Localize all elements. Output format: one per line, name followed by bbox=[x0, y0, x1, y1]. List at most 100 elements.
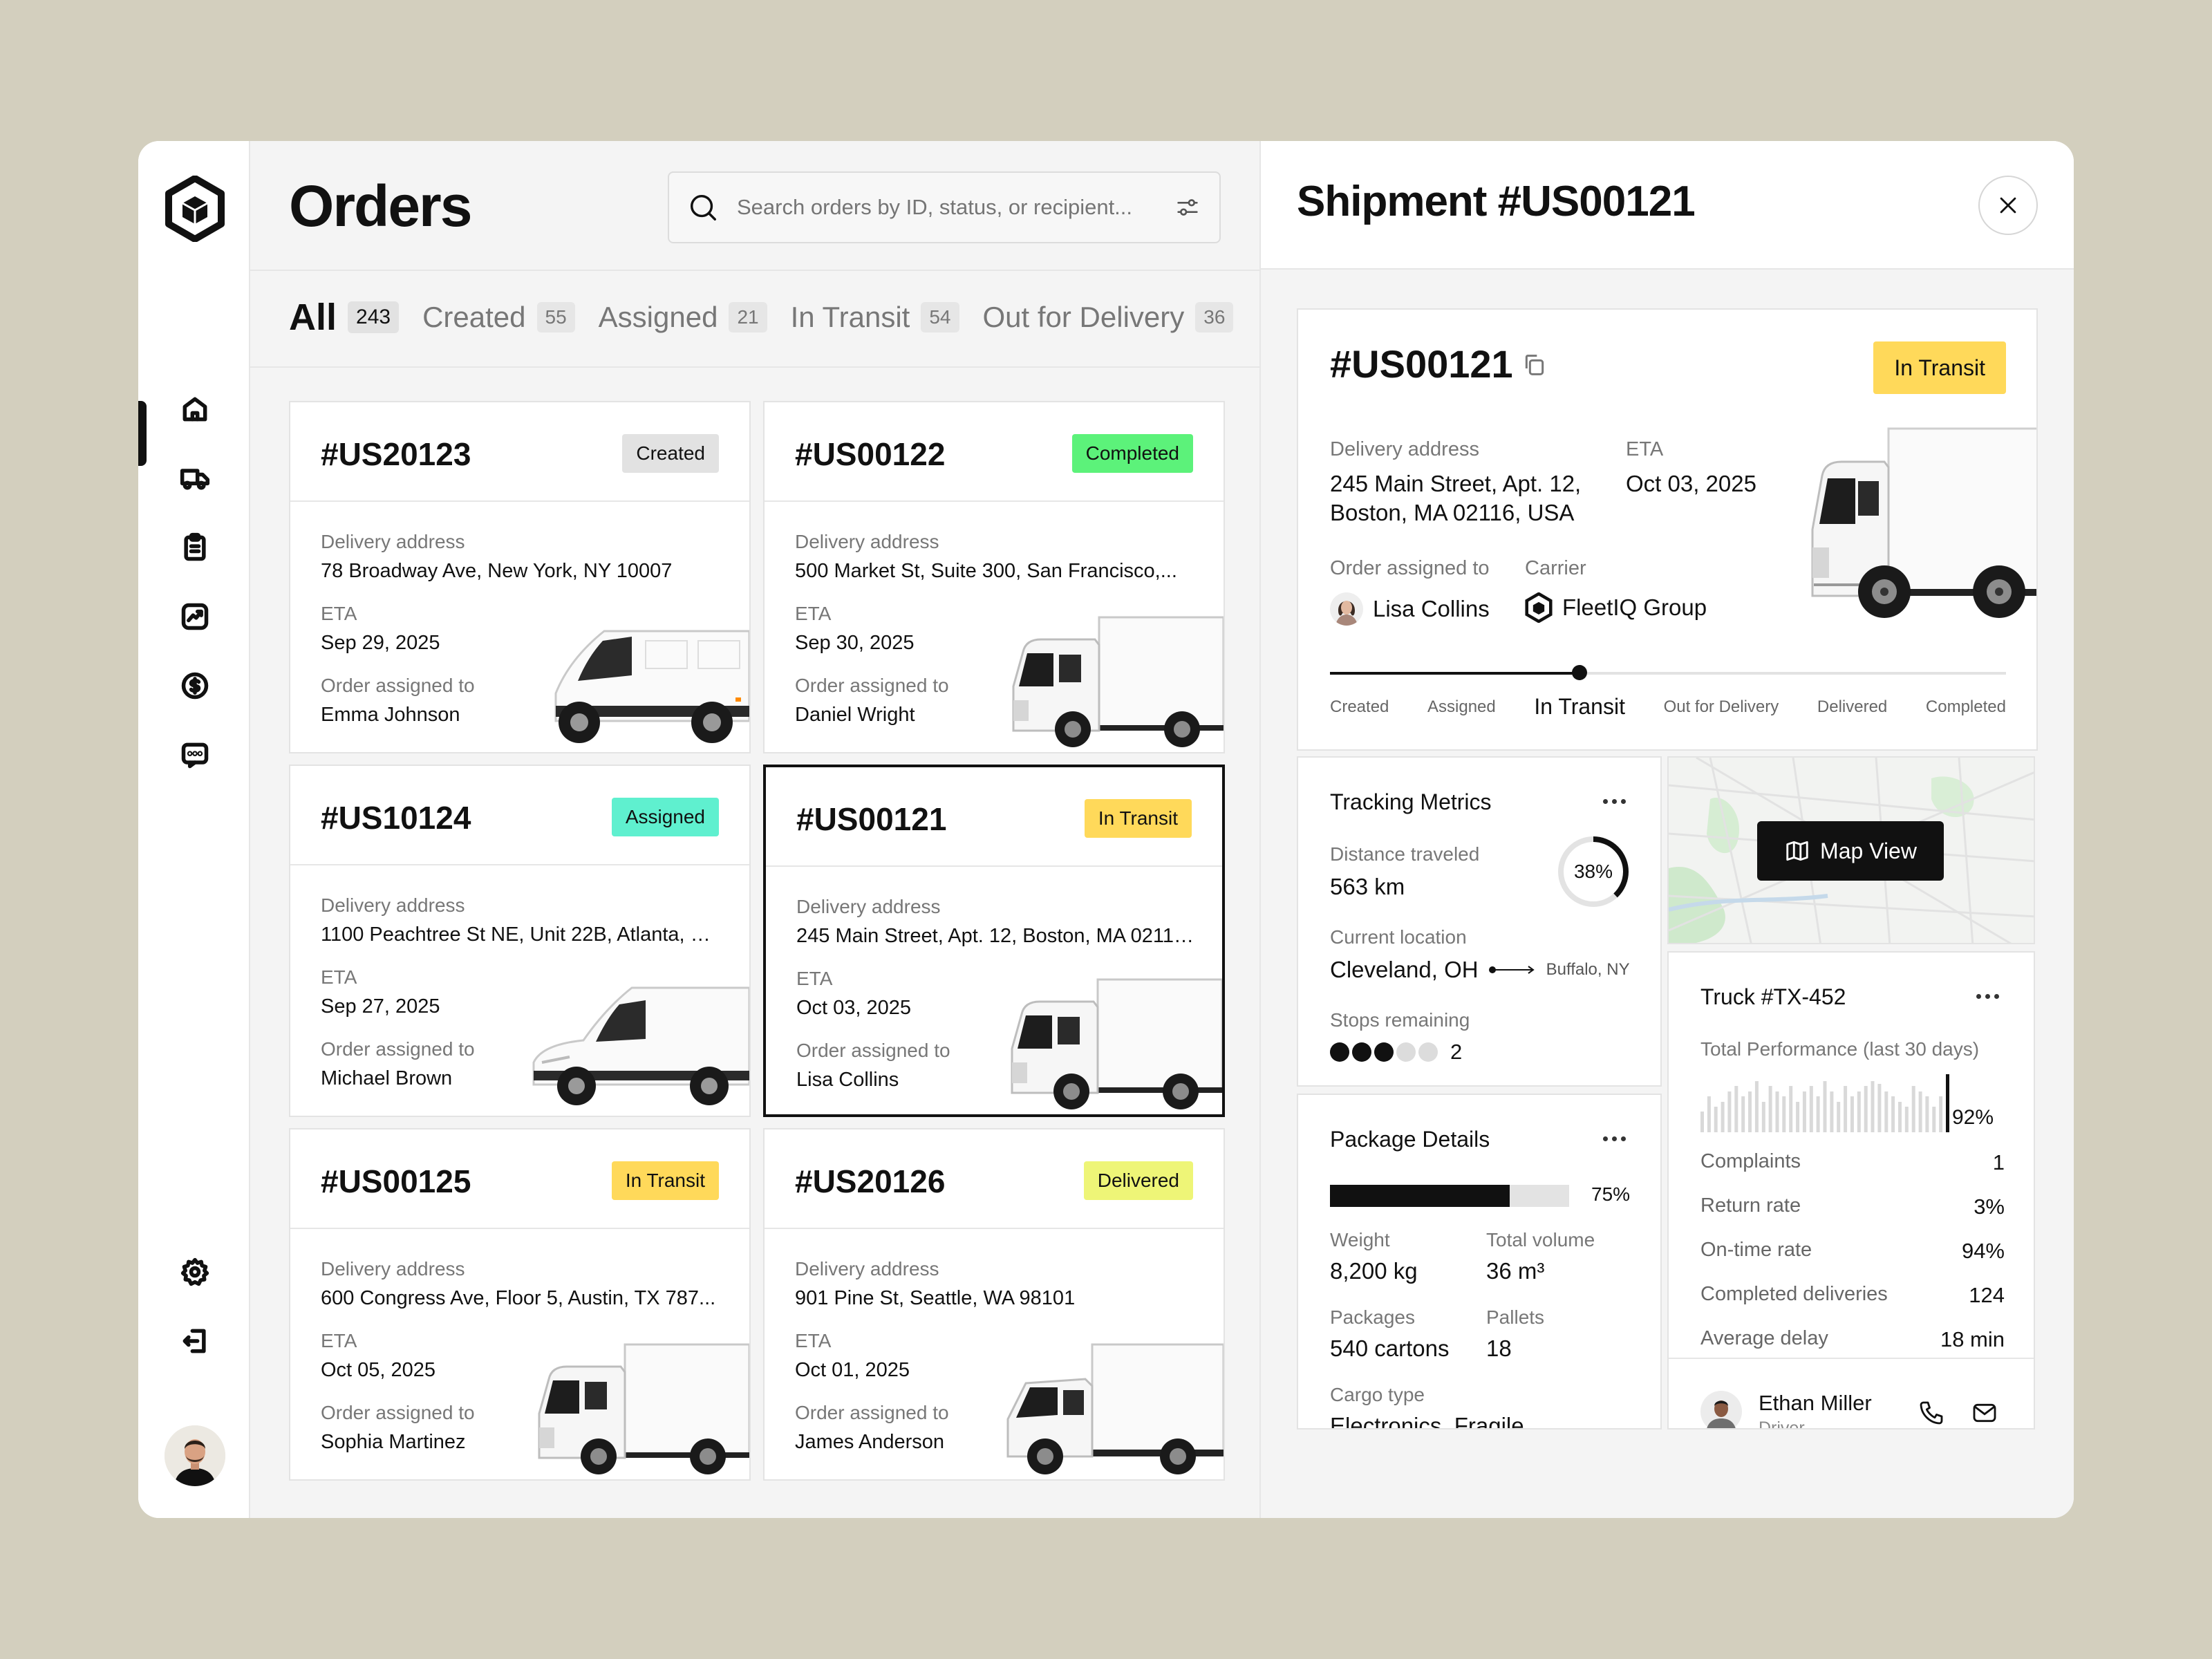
metric-row: Average delay 18 min bbox=[1700, 1327, 2005, 1352]
vehicle-image-small-van bbox=[528, 981, 749, 1116]
stops-indicator bbox=[1330, 1042, 1441, 1062]
status-tabs: All 243 Created 55 Assigned 21 In Transit 54 Out… bbox=[289, 296, 1257, 339]
tab-in-transit[interactable]: In Transit 54 bbox=[791, 301, 959, 334]
order-card-header: #US00122 Completed bbox=[765, 402, 1224, 502]
eta-label: ETA bbox=[1626, 438, 1664, 460]
metric-value: 124 bbox=[1969, 1283, 2005, 1307]
address-label: Delivery address bbox=[321, 1258, 465, 1280]
performance-bar bbox=[1734, 1086, 1738, 1132]
order-status-badge: Created bbox=[622, 434, 719, 473]
assignee-name: Lisa Collins bbox=[1373, 596, 1490, 621]
progress-steps: Created Assigned In Transit Out for Deliver… bbox=[1330, 694, 2006, 720]
tab-count-badge: 55 bbox=[536, 302, 575, 332]
nav-billing-icon[interactable] bbox=[177, 668, 213, 704]
map-view-button[interactable]: Map View bbox=[1757, 821, 1944, 881]
performance-bar bbox=[1754, 1081, 1759, 1132]
order-card[interactable]: #US00122 Completed Delivery address 500 Mar… bbox=[763, 401, 1225, 753]
address-value: 78 Broadway Ave, New York, NY 10007 bbox=[321, 560, 673, 582]
tracking-title: Tracking Metrics bbox=[1330, 789, 1492, 814]
performance-bar bbox=[1830, 1091, 1834, 1132]
progress-track bbox=[1330, 665, 2006, 680]
packages-label: Packages bbox=[1330, 1306, 1415, 1328]
search-input[interactable] bbox=[737, 195, 1174, 220]
performance-bar bbox=[1782, 1096, 1786, 1132]
address-label: Delivery address bbox=[321, 894, 465, 916]
driver-row: Ethan Miller Driver bbox=[1669, 1358, 2034, 1428]
tab-created[interactable]: Created 55 bbox=[422, 301, 575, 334]
brand-logo[interactable] bbox=[165, 176, 225, 242]
nav-messages-icon[interactable] bbox=[177, 737, 213, 773]
metric-row: Return rate 3% bbox=[1700, 1194, 2005, 1219]
user-avatar[interactable] bbox=[165, 1425, 225, 1486]
stops-label: Stops remaining bbox=[1330, 1009, 1470, 1031]
location-label: Current location bbox=[1330, 926, 1467, 948]
order-card[interactable]: #US00125 In Transit Delivery address 600 Co… bbox=[289, 1128, 751, 1481]
performance-bar bbox=[1700, 1112, 1704, 1132]
capacity-bar-fill bbox=[1330, 1185, 1510, 1207]
performance-bar bbox=[1939, 1096, 1943, 1132]
packages-value: 540 cartons bbox=[1330, 1335, 1450, 1361]
order-card-header: #US00125 In Transit bbox=[290, 1130, 749, 1229]
metric-value: 1 bbox=[1992, 1150, 2005, 1174]
filter-icon[interactable] bbox=[1174, 194, 1201, 221]
performance-bar bbox=[1891, 1096, 1895, 1132]
driver-name: Ethan Miller bbox=[1759, 1391, 1872, 1415]
route-arrow-icon bbox=[1488, 966, 1535, 974]
order-card[interactable]: #US00121 In Transit Delivery address 245 Ma… bbox=[763, 765, 1225, 1117]
tab-all[interactable]: All 243 bbox=[289, 296, 400, 339]
order-card-header: #US00121 In Transit bbox=[766, 767, 1222, 867]
tab-assigned[interactable]: Assigned 21 bbox=[599, 301, 767, 334]
address-value: 901 Pine St, Seattle, WA 98101 bbox=[795, 1287, 1076, 1309]
stops-remaining-value: 2 bbox=[1450, 1040, 1463, 1064]
performance-bar bbox=[1809, 1086, 1813, 1132]
volume-label: Total volume bbox=[1486, 1229, 1595, 1250]
status-badge: In Transit bbox=[1873, 341, 2006, 394]
carrier-logo-icon bbox=[1525, 592, 1553, 623]
address-label: Delivery address bbox=[321, 531, 465, 552]
performance-bar bbox=[1871, 1081, 1875, 1132]
order-card[interactable]: #US20126 Delivered Delivery address 901 Pin… bbox=[763, 1128, 1225, 1481]
performance-value: 92% bbox=[1952, 1106, 1994, 1129]
metric-row: On-time rate 94% bbox=[1700, 1239, 2005, 1264]
order-id: #US20123 bbox=[321, 436, 471, 472]
assigned-label: Order assigned to bbox=[1330, 557, 1490, 579]
performance-bar bbox=[1837, 1102, 1841, 1132]
capacity-percent: 75% bbox=[1591, 1183, 1631, 1205]
assignee-avatar bbox=[1330, 592, 1363, 626]
settings-gear-icon[interactable] bbox=[177, 1254, 213, 1290]
pallets-label: Pallets bbox=[1486, 1306, 1545, 1328]
tab-count-badge: 54 bbox=[921, 302, 959, 332]
tab-out-for-delivery[interactable]: Out for Delivery 36 bbox=[983, 301, 1234, 334]
metric-value: 3% bbox=[1974, 1194, 2005, 1219]
truck-performance-card: Truck #TX-452 Total Performance (last 30… bbox=[1667, 951, 2035, 1430]
orders-column: Orders All 243 Created 55 Assigned 21 In Trans… bbox=[250, 141, 1261, 1518]
performance-bar bbox=[1918, 1091, 1922, 1132]
performance-bar bbox=[1789, 1086, 1793, 1132]
performance-bar bbox=[1925, 1096, 1929, 1132]
performance-bar bbox=[1857, 1091, 1861, 1132]
package-more-icon[interactable] bbox=[1603, 1136, 1626, 1141]
nav-analytics-icon[interactable] bbox=[177, 599, 213, 635]
order-status-badge: In Transit bbox=[611, 1161, 719, 1200]
search-bar[interactable] bbox=[668, 171, 1221, 243]
order-card[interactable]: #US10124 Assigned Delivery address 1100 Pea… bbox=[289, 765, 751, 1117]
volume-value: 36 m³ bbox=[1486, 1258, 1545, 1284]
copy-icon[interactable] bbox=[1521, 351, 1548, 379]
nav-clipboard-icon[interactable] bbox=[177, 529, 213, 565]
phone-icon[interactable] bbox=[1918, 1399, 1945, 1427]
mail-icon[interactable] bbox=[1970, 1399, 1999, 1427]
truck-more-icon[interactable] bbox=[1976, 994, 1999, 999]
nav-truck-icon[interactable] bbox=[177, 460, 213, 496]
nav-home-icon[interactable] bbox=[177, 391, 213, 427]
close-button[interactable] bbox=[1978, 176, 2038, 235]
vehicle-image-truck bbox=[1008, 973, 1222, 1114]
order-id: #US10124 bbox=[321, 800, 471, 836]
order-card[interactable]: #US20123 Created Delivery address 78 Broadw… bbox=[289, 401, 751, 753]
logout-icon[interactable] bbox=[177, 1323, 213, 1359]
performance-bar bbox=[1932, 1107, 1936, 1132]
tab-label: All bbox=[289, 297, 337, 338]
tracking-more-icon[interactable] bbox=[1603, 799, 1626, 804]
eta-value: Oct 03, 2025 bbox=[1626, 471, 1756, 496]
map-card[interactable]: Map View bbox=[1667, 756, 2035, 944]
nav-active-indicator bbox=[138, 401, 147, 466]
